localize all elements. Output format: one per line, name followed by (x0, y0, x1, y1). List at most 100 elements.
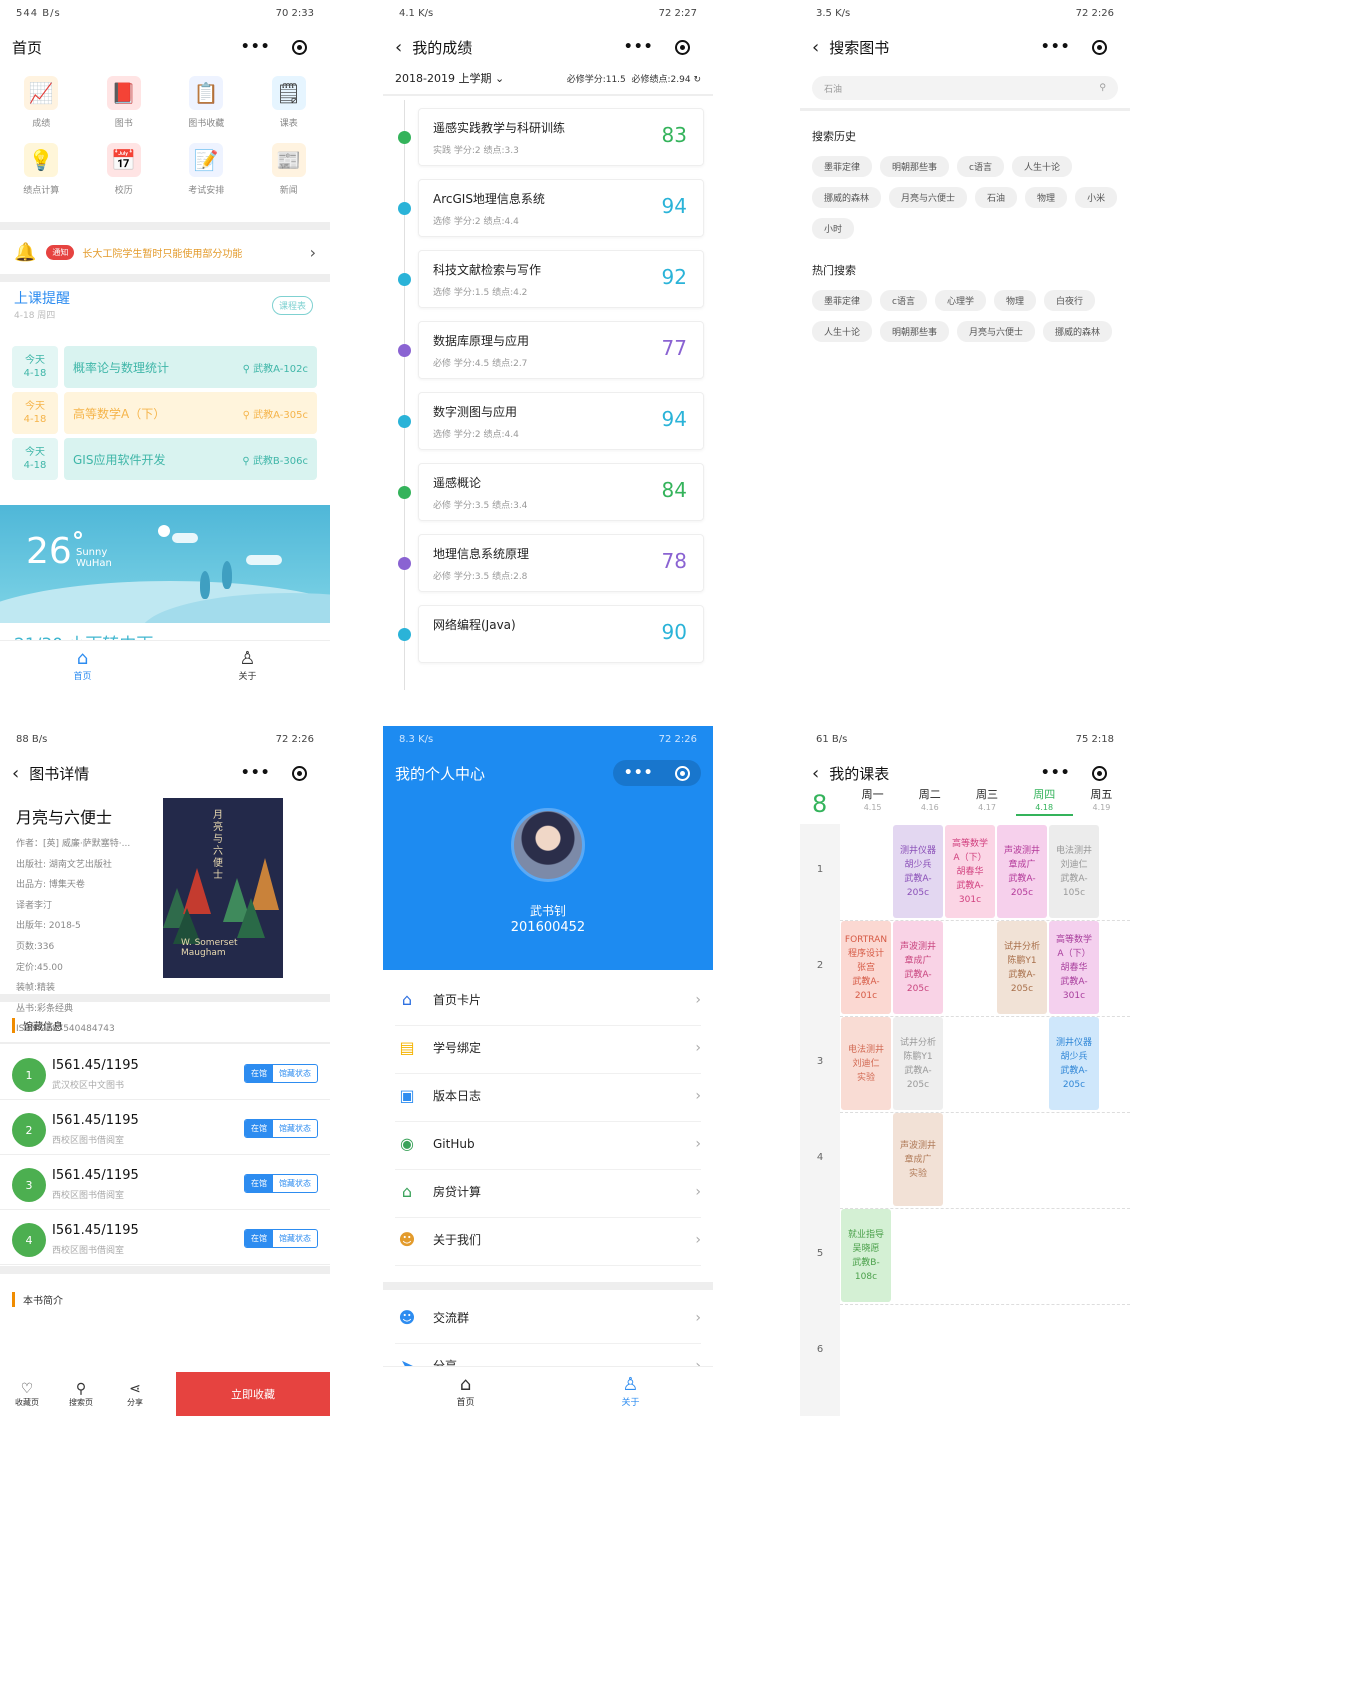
grid-item-5[interactable]: 📅 校历 (83, 143, 166, 196)
avatar[interactable] (511, 808, 585, 882)
share-button[interactable]: ⋖ 分享 (108, 1372, 162, 1416)
weekday-2[interactable]: 周三 4.17 (958, 788, 1015, 816)
status-badge[interactable]: 在馆 馆藏状态 (244, 1174, 318, 1193)
course-item[interactable]: 今天 4-18 概率论与数理统计 ⚲ 武教A-102c (12, 346, 317, 388)
class-block[interactable]: 声波测井 章成广 武教A- 205c (893, 921, 943, 1014)
search-chip[interactable]: 人生十论 (1011, 156, 1072, 177)
notice-bar[interactable]: 🔔 通知 长大工院学生暂时只能使用部分功能 › (0, 234, 330, 270)
search-chip[interactable]: 物理 (1025, 187, 1068, 208)
status-badge[interactable]: 在馆 馆藏状态 (244, 1119, 318, 1138)
grid-item-4[interactable]: 💡 绩点计算 (0, 143, 83, 196)
class-block[interactable]: 电法测井 刘迪仁 武教A- 105c (1049, 825, 1099, 918)
menu-item-1[interactable]: ▤ 学号绑定 › (395, 1022, 701, 1074)
grade-card[interactable]: 地理信息系统原理 必修 学分:3.5 绩点:2.8 78 (418, 534, 704, 592)
menu-item-5[interactable]: ☻ 关于我们 › (395, 1214, 701, 1266)
menu-item-3[interactable]: ◉ GitHub › (395, 1118, 701, 1170)
course-item[interactable]: 今天 4-18 高等数学A（下） ⚲ 武教A-305c (12, 392, 317, 434)
refresh-icon[interactable]: ↻ (693, 75, 701, 85)
collect-page-button[interactable]: ♡ 收藏页 (0, 1372, 54, 1416)
close-icon[interactable] (675, 39, 691, 55)
search-chip[interactable]: 人生十论 (812, 321, 873, 342)
class-block[interactable]: 声波测井 章成广 实验 (893, 1113, 943, 1206)
more-icon[interactable]: ••• (241, 39, 271, 55)
holding-row[interactable]: 1 I561.45/1195 武汉校区中文图书 在馆 馆藏状态 (0, 1048, 330, 1100)
grade-card[interactable]: 遥感实践教学与科研训练 实践 学分:2 绩点:3.3 83 (418, 108, 704, 166)
grade-card[interactable]: ArcGIS地理信息系统 选修 学分:2 绩点:4.4 94 (418, 179, 704, 237)
search-chip[interactable]: 挪威的森林 (1043, 321, 1113, 342)
collect-button[interactable]: 立即收藏 (176, 1372, 330, 1416)
class-block[interactable]: 高等数学 A（下） 胡春华 武教A- 301c (1049, 921, 1099, 1014)
weekday-1[interactable]: 周二 4.16 (901, 788, 958, 816)
close-icon[interactable] (1092, 39, 1108, 55)
tab-about[interactable]: ♙ 关于 (165, 641, 330, 690)
close-icon[interactable] (1092, 765, 1108, 781)
search-chip[interactable]: 白夜行 (1044, 290, 1096, 311)
grid-item-7[interactable]: 📰 新闻 (248, 143, 331, 196)
tab-about[interactable]: ♙ 关于 (548, 1367, 713, 1416)
weekday-0[interactable]: 周一 4.15 (844, 788, 901, 816)
search-chip[interactable]: 石油 (975, 187, 1018, 208)
close-icon[interactable] (292, 39, 308, 55)
search-chip[interactable]: c语言 (957, 156, 1004, 177)
menu-item-0[interactable]: ☻ 交流群 › (395, 1292, 701, 1344)
back-icon[interactable]: ‹ (12, 763, 19, 784)
search-chip[interactable]: 月亮与六便士 (889, 187, 968, 208)
grid-item-2[interactable]: 📋 图书收藏 (165, 76, 248, 129)
status-badge[interactable]: 在馆 馆藏状态 (244, 1229, 318, 1248)
search-input[interactable]: 石油 ⚲ (812, 76, 1118, 100)
search-chip[interactable]: 墨菲定律 (812, 290, 873, 311)
search-chip[interactable]: 挪威的森林 (812, 187, 882, 208)
class-block[interactable]: 就业指导 吴晓愿 武教B- 108c (841, 1209, 891, 1302)
search-chip[interactable]: 月亮与六便士 (957, 321, 1036, 342)
grid-item-1[interactable]: 📕 图书 (83, 76, 166, 129)
more-icon[interactable]: ••• (241, 765, 271, 781)
more-icon[interactable]: ••• (624, 39, 654, 55)
grid-item-3[interactable]: 🗒 课表 (248, 76, 331, 129)
close-icon[interactable] (292, 765, 308, 781)
class-block[interactable]: 测井仪器 胡少兵 武教A- 205c (1049, 1017, 1099, 1110)
back-icon[interactable]: ‹ (395, 37, 402, 58)
class-block[interactable]: 声波测井 章成广 武教A- 205c (997, 825, 1047, 918)
search-chip[interactable]: 明朝那些事 (880, 156, 950, 177)
class-block[interactable]: 试井分析 陈鹏Y1 武教A- 205c (997, 921, 1047, 1014)
status-badge[interactable]: 在馆 馆藏状态 (244, 1064, 318, 1083)
menu-item-0[interactable]: ⌂ 首页卡片 › (395, 974, 701, 1026)
class-block[interactable]: 试井分析 陈鹏Y1 武教A- 205c (893, 1017, 943, 1110)
week-number[interactable]: 8 (812, 790, 827, 818)
term-select[interactable]: 2018-2019 上学期 ⌄ (395, 70, 504, 86)
holding-row[interactable]: 2 I561.45/1195 西校区图书借阅室 在馆 馆藏状态 (0, 1103, 330, 1155)
weekday-3[interactable]: 周四 4.18 (1015, 788, 1073, 816)
search-chip[interactable]: c语言 (880, 290, 927, 311)
search-chip[interactable]: 墨菲定律 (812, 156, 873, 177)
grade-card[interactable]: 数据库原理与应用 必修 学分:4.5 绩点:2.7 77 (418, 321, 704, 379)
grade-card[interactable]: 网络编程(Java) 90 (418, 605, 704, 663)
class-block[interactable]: FORTRAN 程序设计 张宫 武教A- 201c (841, 921, 891, 1014)
more-icon[interactable]: ••• (1041, 39, 1071, 55)
tab-home[interactable]: ⌂ 首页 (0, 641, 165, 690)
grid-item-0[interactable]: 📈 成绩 (0, 76, 83, 129)
class-block[interactable]: 电法测井 刘迪仁 实验 (841, 1017, 891, 1110)
class-block[interactable]: 测井仪器 胡少兵 武教A- 205c (893, 825, 943, 918)
tab-home[interactable]: ⌂ 首页 (383, 1367, 548, 1416)
timetable-button[interactable]: 课程表 (272, 296, 314, 315)
back-icon[interactable]: ‹ (812, 763, 819, 784)
holding-row[interactable]: 4 I561.45/1195 西校区图书借阅室 在馆 馆藏状态 (0, 1213, 330, 1265)
more-icon[interactable]: ••• (624, 765, 654, 781)
search-icon[interactable]: ⚲ (1099, 83, 1106, 93)
search-page-button[interactable]: ⚲ 搜索页 (54, 1372, 108, 1416)
search-chip[interactable]: 心理学 (934, 290, 986, 311)
grade-card[interactable]: 数字测图与应用 选修 学分:2 绩点:4.4 94 (418, 392, 704, 450)
more-icon[interactable]: ••• (1041, 765, 1071, 781)
search-chip[interactable]: 小米 (1075, 187, 1118, 208)
search-chip[interactable]: 明朝那些事 (880, 321, 950, 342)
course-item[interactable]: 今天 4-18 GIS应用软件开发 ⚲ 武教B-306c (12, 438, 317, 480)
search-chip[interactable]: 物理 (993, 290, 1036, 311)
grade-card[interactable]: 遥感概论 必修 学分:3.5 绩点:3.4 84 (418, 463, 704, 521)
grade-card[interactable]: 科技文献检索与写作 选修 学分:1.5 绩点:4.2 92 (418, 250, 704, 308)
search-chip[interactable]: 小时 (812, 218, 855, 239)
back-icon[interactable]: ‹ (812, 37, 819, 58)
grid-item-6[interactable]: 📝 考试安排 (165, 143, 248, 196)
class-block[interactable]: 高等数学 A（下） 胡春华 武教A- 301c (945, 825, 995, 918)
menu-item-2[interactable]: ▣ 版本日志 › (395, 1070, 701, 1122)
close-icon[interactable] (675, 765, 691, 781)
